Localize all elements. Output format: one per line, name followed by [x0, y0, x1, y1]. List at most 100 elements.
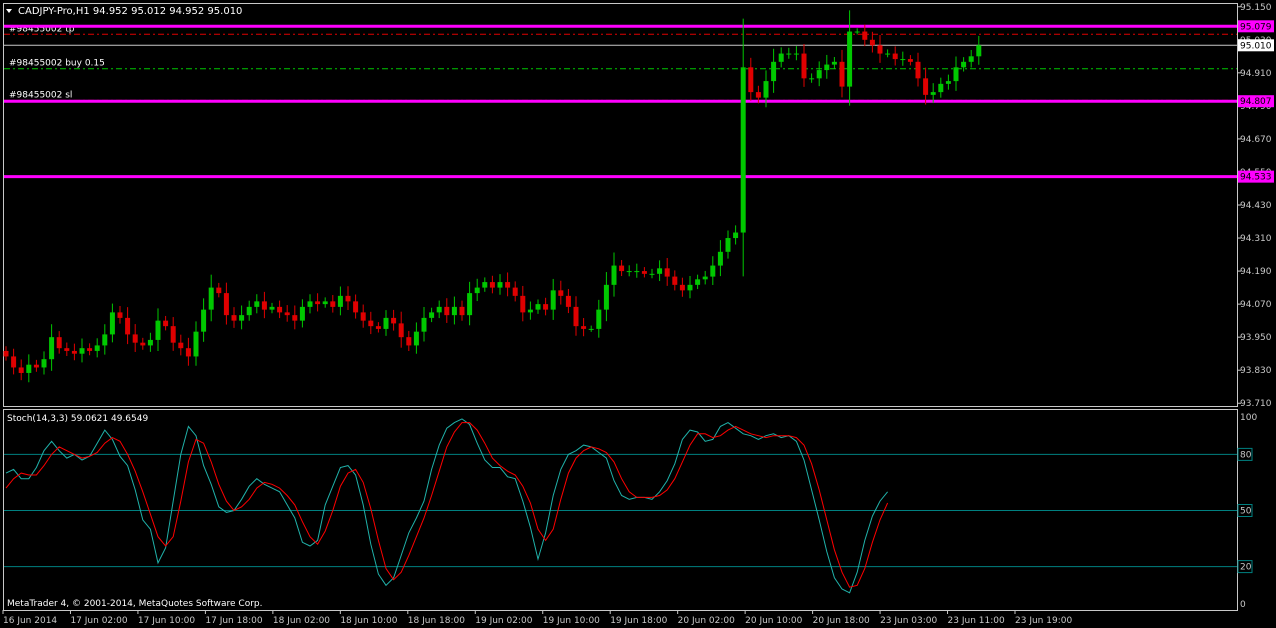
candle-bullish	[239, 315, 245, 321]
price-tick-label: 94.310	[1240, 234, 1272, 244]
price-tick-label: 94.070	[1240, 300, 1272, 310]
candle-bullish	[474, 287, 480, 294]
last-price-label: 95.010	[1240, 41, 1272, 51]
candle-bullish	[725, 238, 731, 252]
candle-bearish	[581, 326, 587, 329]
candle-bullish	[702, 276, 708, 280]
candle-bearish	[18, 367, 24, 373]
candle-bullish	[657, 268, 663, 274]
chart-title: CADJPY-Pro,H1 94.952 95.012 94.952 95.01…	[18, 6, 242, 17]
candle-bullish	[938, 83, 944, 93]
candle-bearish	[125, 317, 131, 335]
candle-bearish	[748, 67, 754, 93]
candle-bearish	[284, 312, 290, 316]
candle-bullish	[816, 70, 822, 79]
candle-bullish	[786, 53, 792, 55]
candle-bearish	[641, 271, 647, 274]
candle-bearish	[520, 295, 526, 313]
candle-bullish	[467, 293, 473, 316]
time-tick-label: 18 Jun 02:00	[273, 616, 330, 626]
order-line-label-sl: #98455002 sl	[9, 90, 72, 100]
candle-bearish	[353, 301, 359, 313]
candle-bullish	[695, 279, 701, 285]
candle-bullish	[626, 271, 632, 273]
candle-bearish	[489, 282, 495, 288]
candle-bearish	[907, 59, 913, 62]
candle-bullish	[147, 339, 153, 346]
time-tick-label: 18 Jun 18:00	[408, 616, 465, 626]
time-tick-label: 18 Jun 10:00	[340, 616, 397, 626]
candle-bearish	[543, 304, 549, 310]
candle-bullish	[634, 271, 640, 273]
price-tick-label: 93.710	[1240, 399, 1272, 409]
candle-bullish	[953, 67, 959, 82]
candle-bullish	[550, 290, 556, 310]
candle-bullish	[771, 61, 777, 82]
candle-bearish	[801, 53, 807, 79]
candle-bearish	[185, 348, 191, 357]
candle-bullish	[535, 304, 541, 310]
candle-bearish	[315, 301, 321, 305]
candle-bearish	[558, 290, 564, 296]
candle-bullish	[687, 284, 693, 291]
candle-bullish	[717, 251, 723, 266]
order-line-label-buy: #98455002 buy 0.15	[9, 59, 105, 69]
candle-bearish	[87, 348, 93, 351]
candle-bearish	[505, 282, 511, 288]
candle-bullish	[831, 61, 837, 65]
candle-bullish	[900, 59, 906, 61]
candle-bullish	[961, 61, 967, 68]
stochastic-tick-label: 0	[1240, 600, 1246, 610]
candle-bullish	[945, 81, 951, 84]
price-tick-label: 95.150	[1240, 3, 1272, 13]
candle-bearish	[277, 306, 283, 313]
candle-bearish	[170, 326, 176, 343]
price-tick-label: 94.190	[1240, 267, 1272, 277]
time-tick-label: 17 Jun 10:00	[138, 616, 195, 626]
candle-bearish	[512, 287, 518, 296]
candle-bearish	[368, 320, 374, 327]
candle-bullish	[201, 309, 207, 332]
stochastic-tick-label: 80	[1240, 450, 1252, 460]
candle-bullish	[429, 312, 435, 318]
candle-bearish	[231, 315, 237, 321]
candle-bullish	[793, 53, 799, 55]
candle-bearish	[672, 276, 678, 285]
candle-bearish	[345, 295, 351, 302]
candle-bullish	[588, 328, 594, 330]
candle-bearish	[375, 326, 381, 329]
candle-bullish	[847, 31, 853, 87]
price-tick-label: 93.950	[1240, 333, 1272, 343]
candle-bullish	[763, 81, 769, 98]
candle-bullish	[79, 348, 85, 354]
candle-bearish	[3, 350, 9, 357]
candle-bullish	[41, 359, 47, 368]
stochastic-tick-label: 50	[1240, 507, 1252, 517]
candle-bearish	[915, 61, 921, 79]
candle-bearish	[573, 306, 579, 327]
candle-bearish	[140, 342, 146, 346]
candle-bearish	[330, 301, 336, 307]
candle-bearish	[292, 315, 298, 321]
candle-bearish	[869, 39, 875, 46]
candle-bullish	[254, 301, 260, 307]
candle-bearish	[117, 312, 123, 318]
candle-bearish	[892, 53, 898, 60]
candle-bullish	[26, 364, 32, 373]
candle-bearish	[391, 317, 397, 324]
time-tick-label: 20 Jun 18:00	[813, 616, 870, 626]
candle-bearish	[398, 323, 404, 338]
copyright-text: MetaTrader 4, © 2001-2014, MetaQuotes So…	[7, 599, 263, 609]
candle-bearish	[862, 31, 868, 40]
chart-window: #98455002 tp#98455002 buy 0.15#98455002 …	[0, 0, 1276, 628]
time-tick-label: 20 Jun 02:00	[678, 616, 735, 626]
stochastic-label: Stoch(14,3,3) 59.0621 49.6549	[7, 414, 148, 424]
time-tick-label: 17 Jun 18:00	[205, 616, 262, 626]
candle-bullish	[383, 317, 389, 329]
candle-bullish	[649, 273, 655, 275]
candle-bullish	[307, 301, 313, 307]
candle-bearish	[71, 350, 77, 354]
candle-bullish	[885, 53, 891, 55]
price-tick-label: 94.670	[1240, 135, 1272, 145]
candle-bearish	[679, 284, 685, 291]
